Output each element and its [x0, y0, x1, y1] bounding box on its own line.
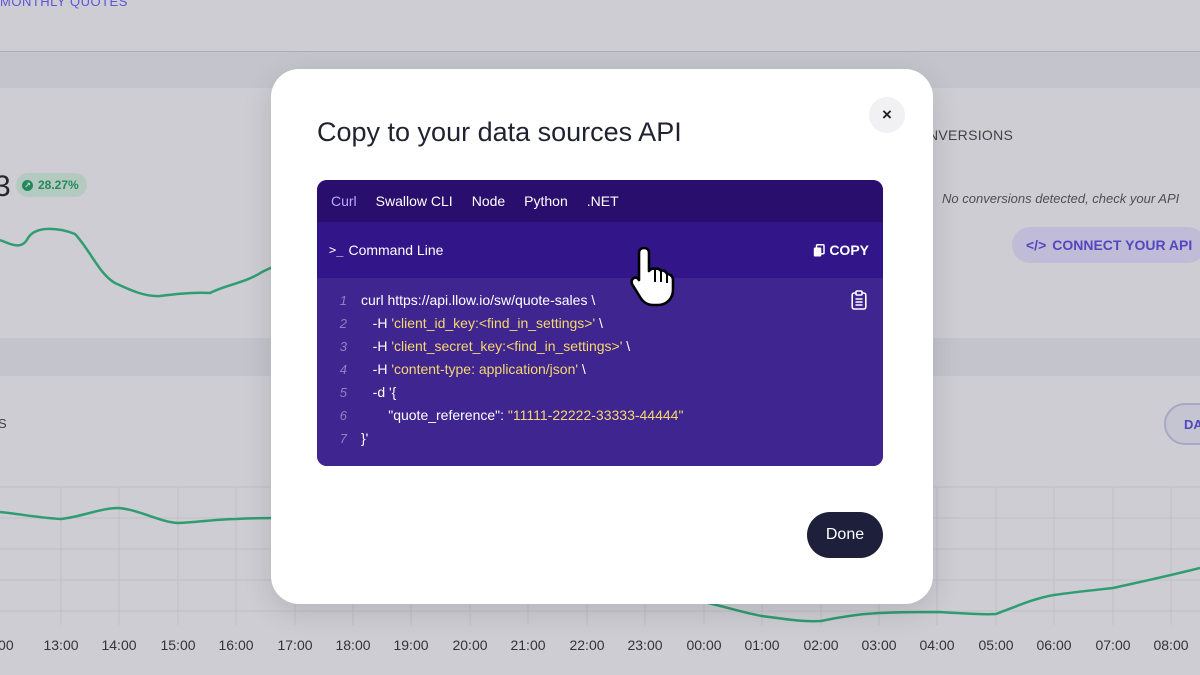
tab-swallow-cli[interactable]: Swallow CLI	[376, 193, 453, 209]
command-bar: >_ Command Line COPY	[317, 222, 883, 278]
line-number: 5	[339, 385, 347, 400]
code-text: }'	[347, 430, 368, 453]
code-line: 6 "quote_reference": "11111-22222-33333-…	[317, 407, 883, 430]
line-number: 6	[339, 408, 347, 423]
done-button[interactable]: Done	[807, 512, 883, 558]
copy-button[interactable]: COPY	[813, 242, 869, 258]
copy-icon	[814, 243, 826, 256]
code-line: 5 -d '{	[317, 384, 883, 407]
copy-label: COPY	[829, 242, 869, 258]
clipboard-icon[interactable]	[851, 290, 867, 310]
code-line: 4 -H 'content-type: application/json' \	[317, 361, 883, 384]
code-text: curl https://api.llow.io/sw/quote-sales …	[347, 292, 595, 315]
modal-title: Copy to your data sources API	[317, 117, 682, 147]
command-line-label: >_ Command Line	[329, 242, 443, 258]
code-line: 2 -H 'client_id_key:<find_in_settings>' …	[317, 315, 883, 338]
code-token: \	[578, 361, 586, 377]
close-button[interactable]: ×	[869, 97, 905, 133]
code-token: -H	[361, 338, 392, 354]
line-number: 2	[339, 316, 347, 331]
line-number: 4	[339, 362, 347, 377]
code-text: -H 'content-type: application/json' \	[347, 361, 586, 384]
code-string: 'content-type: application/json'	[391, 361, 579, 377]
code-text: "quote_reference": "11111-22222-33333-44…	[347, 407, 683, 430]
line-number: 7	[339, 431, 347, 446]
hand-pointer-cursor-icon	[630, 246, 675, 307]
code-token: curl https://api.llow.io/sw/quote-sales …	[361, 292, 596, 308]
code-token: -H	[361, 361, 392, 377]
code-line: 3 -H 'client_secret_key:<find_in_setting…	[317, 338, 883, 361]
code-token: \	[595, 315, 603, 331]
code-text: -H 'client_secret_key:<find_in_settings>…	[347, 338, 631, 361]
code-line: 1 curl https://api.llow.io/sw/quote-sales…	[317, 292, 883, 315]
code-token: -H	[361, 315, 392, 331]
tab-curl[interactable]: Curl	[331, 193, 357, 209]
tab-python[interactable]: Python	[524, 193, 568, 209]
terminal-icon: >_	[329, 243, 344, 257]
close-icon: ×	[882, 105, 892, 124]
code-line: 7 }'	[317, 430, 883, 453]
tab-net[interactable]: .NET	[587, 193, 619, 209]
code-string: 'client_secret_key:<find_in_settings>'	[391, 338, 623, 354]
code-token: "quote_reference":	[361, 407, 508, 423]
code-token: -d '{	[361, 384, 397, 400]
tab-node[interactable]: Node	[472, 193, 505, 209]
code-string: "11111-22222-33333-44444"	[507, 407, 684, 423]
code-text: -d '{	[347, 384, 397, 407]
code-token: \	[622, 338, 631, 354]
code-string: 'client_id_key:<find_in_settings>'	[391, 315, 596, 331]
code-text: -H 'client_id_key:<find_in_settings>' \	[347, 315, 603, 338]
command-line-text: Command Line	[348, 242, 444, 258]
api-modal: Copy to your data sources API × Curl Swal…	[271, 69, 933, 604]
code-token: }'	[361, 430, 369, 446]
code-card: Curl Swallow CLI Node Python .NET >_ Command…	[317, 180, 883, 466]
done-label: Done	[825, 526, 865, 543]
line-number: 1	[339, 293, 347, 308]
line-number: 3	[339, 339, 347, 354]
language-tabs: Curl Swallow CLI Node Python .NET	[317, 180, 883, 222]
code-block: 1 curl https://api.llow.io/sw/quote-sales…	[317, 278, 883, 466]
